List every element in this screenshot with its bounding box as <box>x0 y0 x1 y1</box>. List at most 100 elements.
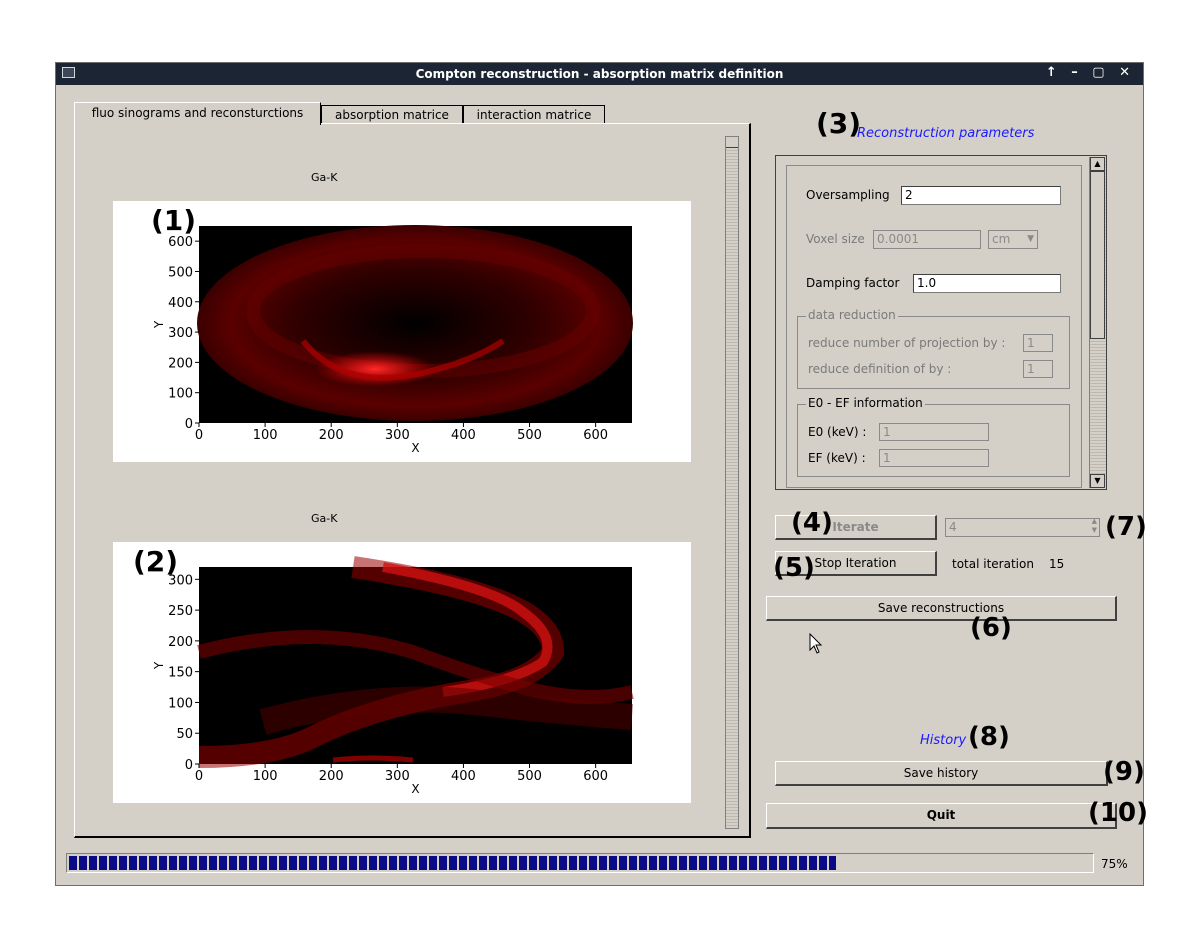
plot1-xtick-label: 400 <box>451 428 476 443</box>
plot1-ytick-label: 300 <box>168 326 193 341</box>
voxel-unit-value: cm <box>992 232 1011 246</box>
iteration-count-value: 4 <box>949 520 957 534</box>
plot1-title: Ga-K <box>311 171 338 184</box>
reduce-projection-label: reduce number of projection by : <box>808 336 1006 350</box>
window-controls[interactable]: ↑ – ▢ ✕ <box>1046 65 1135 80</box>
annotation-4: (4) <box>791 508 833 538</box>
reduce-definition-label: reduce definition of by : <box>808 362 952 376</box>
e0-label: E0 (keV) : <box>808 425 867 439</box>
plot2-sinogram-band5 <box>332 755 414 763</box>
plot1-ytick-label: 600 <box>168 235 193 250</box>
annotation-9: (9) <box>1103 757 1145 787</box>
plot1-ytick-label: 400 <box>168 296 193 311</box>
scroll-up-icon[interactable]: ▲ <box>1090 157 1105 171</box>
plot1-xtick-label: 300 <box>385 428 410 443</box>
ef-label: EF (keV) : <box>808 451 866 465</box>
save-reconstructions-button[interactable]: Save reconstructions <box>766 596 1117 621</box>
plot2-ytick-label: 250 <box>168 604 193 619</box>
data-reduction-title: data reduction <box>806 308 898 322</box>
e0-ef-title: E0 - EF information <box>806 396 925 410</box>
main-window: Compton reconstruction - absorption matr… <box>55 62 1148 886</box>
plot2-ytick-label: 200 <box>168 635 193 650</box>
total-iteration-label: total iteration <box>952 557 1034 571</box>
plot1-ytick-label: 0 <box>185 417 193 432</box>
plot2-xtick-label: 600 <box>583 769 608 784</box>
tab-panel: Ga-K 0 100 200 300 400 500 600 0 100 200… <box>74 123 751 838</box>
e0-input[interactable]: 1 <box>879 423 989 441</box>
quit-button[interactable]: Quit <box>766 803 1117 829</box>
plot1-xtick-label: 0 <box>195 428 203 443</box>
annotation-8: (8) <box>968 722 1010 752</box>
data-reduction-group: data reduction reduce number of projecti… <box>797 308 1070 389</box>
total-iteration-value: 15 <box>1049 557 1065 571</box>
annotation-5: (5) <box>773 553 815 583</box>
annotation-3: (3) <box>816 107 862 140</box>
plot2-background <box>199 567 632 764</box>
voxel-size-label: Voxel size <box>806 232 865 246</box>
oversampling-input[interactable]: 2 <box>901 186 1061 205</box>
plot2-xtick-label: 100 <box>253 769 278 784</box>
plot2-xtick-label: 0 <box>195 769 203 784</box>
plot2-ytick-label: 50 <box>176 727 193 742</box>
annotation-2: (2) <box>133 545 179 578</box>
plot1-svg: 0 100 200 300 400 500 600 0 100 200 300 400 500 600 X Y <box>152 225 633 455</box>
panel-scrollbar[interactable] <box>725 136 739 829</box>
plot1-ylabel: Y <box>152 320 166 329</box>
plot2-svg: 0 100 200 300 400 500 600050100150200250300XY <box>152 556 634 796</box>
plot2-xlabel: X <box>411 782 419 796</box>
plot1-xtick-label: 500 <box>517 428 542 443</box>
plot2-xtick-label: 300 <box>385 769 410 784</box>
params-scrollbar[interactable]: ▲ ▼ <box>1089 157 1106 488</box>
tab-fluo-sinograms[interactable]: fluo sinograms and reconsturctions <box>74 102 321 125</box>
damping-factor-label: Damping factor <box>806 276 900 290</box>
chevron-down-icon: ▼ <box>1027 234 1034 244</box>
damping-factor-input[interactable]: 1.0 <box>913 274 1061 293</box>
plot1-xtick-label: 100 <box>253 428 278 443</box>
plot1-xtick-label: 600 <box>583 428 608 443</box>
tab-absorption-matrice[interactable]: absorption matrice <box>321 105 463 124</box>
params-scroll-area: Oversampling 2 Voxel size 0.0001 cm ▼ Da… <box>775 155 1107 490</box>
plot1-ytick-label: 500 <box>168 265 193 280</box>
voxel-unit-select[interactable]: cm ▼ <box>988 230 1038 249</box>
oversampling-label: Oversampling <box>806 188 890 202</box>
progress-bar <box>66 853 1094 873</box>
plot1-xtick-label: 200 <box>319 428 344 443</box>
plot2-canvas: 0 100 200 300 400 500 600 0 50 100 150 200 250 300 X Y <box>113 542 691 803</box>
plot2-title: Ga-K <box>311 512 338 525</box>
annotation-7: (7) <box>1105 512 1147 542</box>
progress-bar-fill <box>69 856 836 870</box>
ef-input[interactable]: 1 <box>879 449 989 467</box>
voxel-size-input[interactable]: 0.0001 <box>873 230 981 249</box>
plot1-ytick-label: 100 <box>168 387 193 402</box>
history-label: History <box>920 733 967 748</box>
spin-arrows-icon[interactable]: ▲ ▼ <box>1092 517 1097 535</box>
mouse-cursor-icon <box>809 633 823 654</box>
plot2-ytick-label: 150 <box>168 666 193 681</box>
progress-percent: 75% <box>1101 857 1128 871</box>
reconstruction-parameters-title: Reconstruction parameters <box>857 126 1035 141</box>
reduce-projection-input[interactable]: 1 <box>1023 334 1053 352</box>
plot2-ylabel: Y <box>152 661 166 670</box>
plot1-ytick-label: 200 <box>168 356 193 371</box>
reduce-definition-input[interactable]: 1 <box>1023 360 1053 378</box>
plot2-ytick-label: 100 <box>168 696 193 711</box>
iteration-count-spinbox[interactable]: 4 ▲ ▼ <box>945 517 1100 537</box>
params-scrollbar-thumb[interactable] <box>1090 171 1105 339</box>
window-title: Compton reconstruction - absorption matr… <box>415 67 784 81</box>
annotation-6: (6) <box>970 613 1012 643</box>
tab-interaction-matrice[interactable]: interaction matrice <box>463 105 605 124</box>
plot2-xtick-label: 500 <box>517 769 542 784</box>
plot2-xtick-label: 400 <box>451 769 476 784</box>
plot1-xlabel: X <box>411 441 419 455</box>
annotation-1: (1) <box>151 204 197 237</box>
plot2-ytick-label: 0 <box>185 758 193 773</box>
save-history-button[interactable]: Save history <box>775 761 1108 786</box>
e0-ef-group: E0 - EF information E0 (keV) : 1 EF (keV… <box>797 396 1070 477</box>
scroll-down-icon[interactable]: ▼ <box>1090 474 1105 488</box>
panel-scrollbar-thumb[interactable] <box>726 137 738 148</box>
params-frame: Oversampling 2 Voxel size 0.0001 cm ▼ Da… <box>786 165 1082 488</box>
plot1-canvas: 0 100 200 300 400 500 600 0 100 200 300 400 500 600 X Y <box>113 201 691 462</box>
plot2-xtick-label: 200 <box>319 769 344 784</box>
annotation-10: (10) <box>1088 798 1148 828</box>
title-bar[interactable]: Compton reconstruction - absorption matr… <box>56 63 1143 85</box>
